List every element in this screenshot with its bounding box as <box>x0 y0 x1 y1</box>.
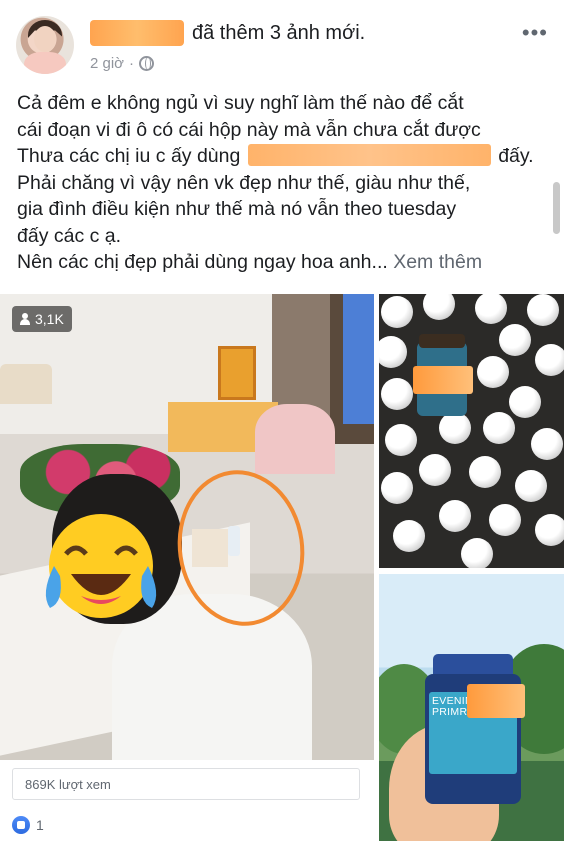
bottle-cap-shape <box>381 472 413 504</box>
bottle-cap-shape <box>461 538 493 568</box>
bottle-cap-shape <box>419 454 451 486</box>
tears-of-joy-emoji-icon <box>45 514 157 618</box>
reactions-row[interactable]: 1 <box>12 816 44 834</box>
background-person-shape <box>255 404 335 474</box>
view-count-badge: 3,1K <box>12 306 72 332</box>
like-reaction-icon[interactable] <box>12 816 30 834</box>
altar-frame-shape <box>218 346 256 400</box>
bottle-cap-shape <box>535 344 564 376</box>
bottle-cap-shape <box>489 504 521 536</box>
bottle-cap-shape <box>477 356 509 388</box>
post-header: đã thêm 3 ảnh mới. 2 giờ · ••• <box>0 0 564 80</box>
product-name-redacted <box>247 144 491 166</box>
person-icon <box>20 313 30 325</box>
bottle-cap-shape <box>469 456 501 488</box>
globe-icon <box>139 56 155 71</box>
bottle-cap-shape <box>483 412 515 444</box>
bottles-photo[interactable] <box>379 294 564 568</box>
product-photo[interactable]: EVENING PRIMROSE OI <box>379 574 564 841</box>
bottle-cap-shape <box>439 412 471 444</box>
views-text: 869K lượt xem <box>25 776 111 792</box>
view-count: 3,1K <box>35 311 64 327</box>
post-line: đấy các c ạ. <box>17 224 122 247</box>
separator-dot: · <box>129 55 135 72</box>
media-grid: 3,1K EVENING PRIMROSE 869K lượt xem 1 <box>0 294 564 841</box>
bottle-cap-shape <box>475 294 507 324</box>
bottle-label-redacted <box>413 366 473 394</box>
bottle-cap-shape <box>527 294 559 326</box>
post-time[interactable]: 2 giờ · <box>90 55 155 72</box>
post-line: Nên các chị đẹp phải dùng ngay hoa anh..… <box>17 249 547 276</box>
post-line: Phải chăng vì vậy nên vk đẹp như thế, gi… <box>17 171 471 194</box>
post-line-start: Thưa các chị iu c ấy dùng <box>17 145 241 167</box>
bottle-cap-shape <box>439 500 471 532</box>
bottle-cap-shape <box>379 336 407 368</box>
bottle-cap-shape <box>385 424 417 456</box>
views-count-box: 869K lượt xem <box>12 768 360 800</box>
bottle-cap-shape <box>381 296 413 328</box>
post-line: Thưa các chị iu c ấy dùng đấy. <box>17 143 547 170</box>
bottle-cap-shape <box>535 514 564 546</box>
featured-bottle-cap-shape <box>419 334 465 348</box>
bottle-cap-shape <box>509 386 541 418</box>
post-line: cái đoạn vi đi ô có cái hộp này mà vẫn c… <box>17 118 481 141</box>
product-label-redacted <box>467 684 525 718</box>
see-more-link[interactable]: Xem thêm <box>393 251 482 273</box>
post-line: gia đình điều kiện như thế mà nó vẫn the… <box>17 198 457 220</box>
avatar[interactable] <box>16 16 74 74</box>
bottle-cap-shape <box>515 470 547 502</box>
more-options-icon[interactable]: ••• <box>522 20 548 46</box>
post-action-text: đã thêm 3 ảnh mới. <box>192 22 366 44</box>
post-body: Cả đêm e không ngủ vì suy nghĩ làm thế n… <box>17 90 547 276</box>
main-photo[interactable]: 3,1K <box>0 294 374 760</box>
author-name-redacted[interactable] <box>90 20 184 46</box>
bottle-cap-shape <box>381 378 413 410</box>
scrollbar[interactable] <box>553 182 560 234</box>
bottle-cap-shape <box>393 520 425 552</box>
bottle-cap-shape <box>499 324 531 356</box>
post-timestamp[interactable]: 2 giờ <box>90 55 124 72</box>
post-line-end: đấy. <box>498 145 534 167</box>
post-line: Cả đêm e không ngủ vì suy nghĩ làm thế n… <box>17 92 464 114</box>
post-line-truncated: Nên các chị đẹp phải dùng ngay hoa anh..… <box>17 251 388 273</box>
lamp-shape <box>0 364 52 404</box>
bottle-cap-shape <box>423 294 455 320</box>
window-shape <box>343 294 374 424</box>
avatar-face <box>34 26 56 52</box>
bottle-cap-shape <box>531 428 563 460</box>
reaction-count[interactable]: 1 <box>36 817 44 833</box>
avatar-shirt <box>24 52 66 74</box>
